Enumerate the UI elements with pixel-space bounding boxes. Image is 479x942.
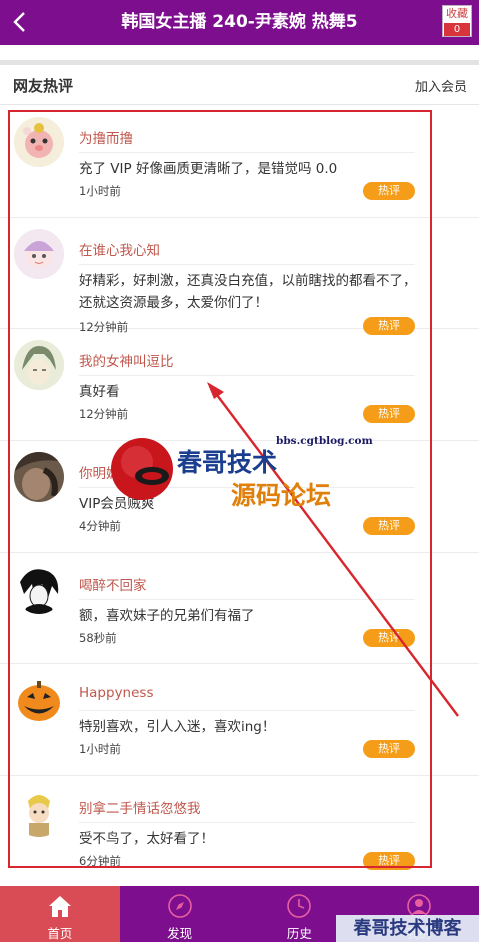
watermark-blog: 春哥技术博客 — [336, 915, 479, 942]
tab-label: 首页 — [47, 926, 73, 941]
compass-icon — [167, 894, 192, 918]
clock-icon — [287, 894, 312, 918]
watermark-title: 春哥技术 — [177, 448, 278, 477]
home-icon — [48, 896, 71, 917]
tab-label: 发现 — [167, 926, 193, 941]
watermark-site: bbs.cgtblog.com — [276, 435, 373, 447]
tab-home[interactable]: 首页 — [0, 886, 120, 942]
watermark-logo — [111, 438, 173, 500]
watermark-subtitle: 源码论坛 — [231, 481, 332, 510]
tab-discover[interactable]: 发现 — [120, 886, 240, 942]
